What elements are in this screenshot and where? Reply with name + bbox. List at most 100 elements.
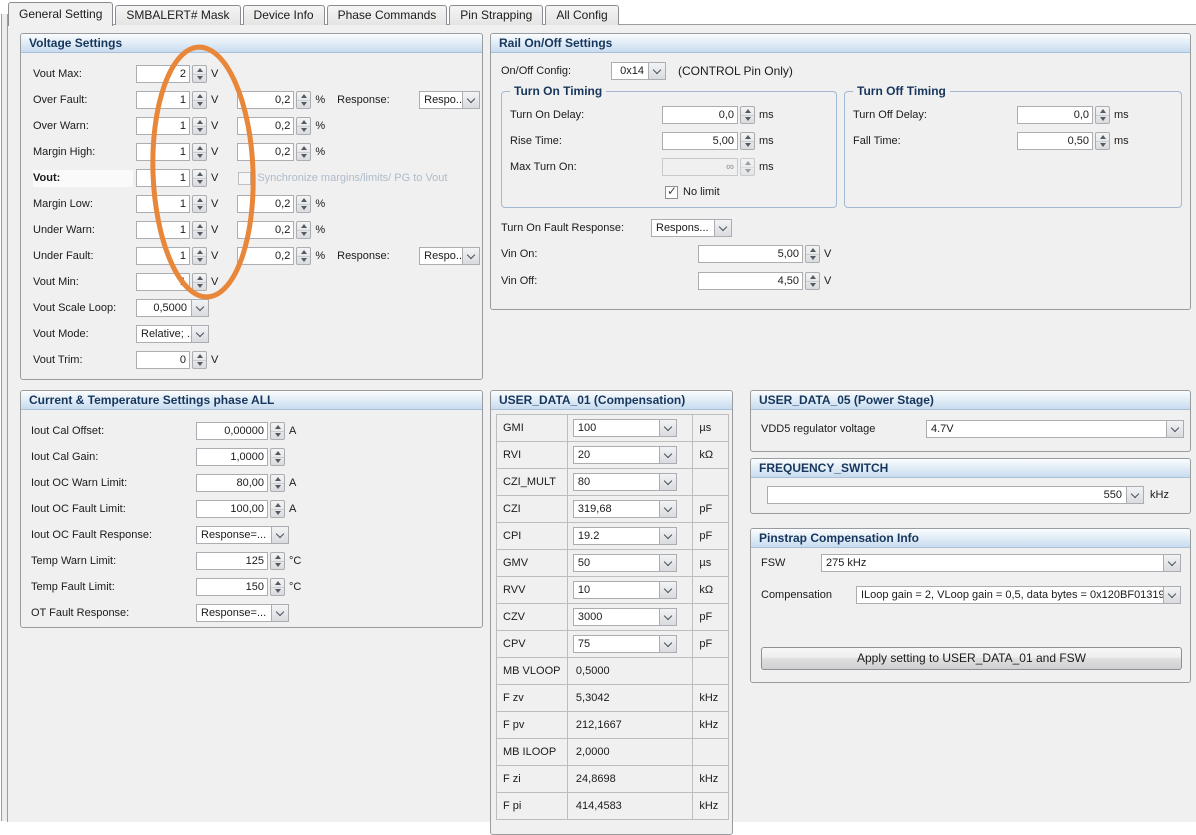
dropdown-button[interactable] xyxy=(191,326,208,342)
spinner[interactable] xyxy=(270,474,285,492)
margin-high-voltage-input[interactable]: 1 xyxy=(136,143,207,161)
vdd5-voltage-dropdown[interactable]: 4.7V xyxy=(926,420,1184,438)
spinner[interactable] xyxy=(1095,106,1110,124)
vout-max-input[interactable]: 2 xyxy=(136,65,207,83)
vout-scale-loop-dropdown[interactable]: 0,5000 xyxy=(136,299,209,317)
spinner[interactable] xyxy=(296,91,312,109)
no-limit-checkbox[interactable] xyxy=(665,184,678,199)
under-warn-percent-input[interactable]: 0,2 xyxy=(237,221,312,239)
iout-cal-gain-input[interactable]: 1,0000 xyxy=(196,448,285,466)
iout-oc-warn-input[interactable]: 80,00 xyxy=(196,474,285,492)
compensation-dropdown[interactable]: ILoop gain = 2, VLoop gain = 0,5, data b… xyxy=(856,586,1181,604)
dropdown-button[interactable] xyxy=(658,501,676,517)
spinner[interactable] xyxy=(740,106,755,124)
spinner[interactable] xyxy=(192,195,207,213)
tab-all-config[interactable]: All Config xyxy=(545,5,619,25)
dropdown-button[interactable] xyxy=(714,220,731,236)
spinner[interactable] xyxy=(1095,132,1110,150)
over-fault-percent-input[interactable]: 0,2 xyxy=(237,91,312,109)
margin-high-percent-input[interactable]: 0,2 xyxy=(237,143,312,161)
tab-general-setting[interactable]: General Setting xyxy=(8,2,114,26)
cpi-dropdown[interactable]: 19.2 xyxy=(572,527,677,545)
tab-smbalert-mask[interactable]: SMBALERT# Mask xyxy=(115,5,241,25)
turn-on-fault-response-dropdown[interactable]: Respons... xyxy=(651,219,732,237)
spinner[interactable] xyxy=(270,500,285,518)
dropdown-button[interactable] xyxy=(658,474,676,490)
onoff-config-dropdown[interactable]: 0x14 xyxy=(611,62,666,80)
tab-device-info[interactable]: Device Info xyxy=(242,5,325,25)
spinner[interactable] xyxy=(296,143,312,161)
spinner[interactable] xyxy=(192,65,207,83)
fsw-dropdown[interactable]: 275 kHz xyxy=(821,554,1181,572)
under-fault-percent-input[interactable]: 0,2 xyxy=(237,247,312,265)
dropdown-button[interactable] xyxy=(658,555,676,571)
spinner[interactable] xyxy=(192,117,207,135)
czv-dropdown[interactable]: 3000 xyxy=(572,608,677,626)
dropdown-button[interactable] xyxy=(462,92,480,108)
dropdown-button[interactable] xyxy=(1166,421,1183,437)
dropdown-button[interactable] xyxy=(1126,487,1143,503)
spinner[interactable] xyxy=(192,143,207,161)
dropdown-button[interactable] xyxy=(658,528,676,544)
gmi-dropdown[interactable]: 100 xyxy=(572,419,677,437)
spinner[interactable] xyxy=(192,351,207,369)
tab-phase-commands[interactable]: Phase Commands xyxy=(326,5,448,25)
spinner[interactable] xyxy=(192,247,207,265)
temp-warn-input[interactable]: 125 xyxy=(196,552,285,570)
czi-dropdown[interactable]: 319,68 xyxy=(572,500,677,518)
spinner[interactable] xyxy=(296,117,312,135)
iout-cal-offset-input[interactable]: 0,00000 xyxy=(196,422,285,440)
max-turn-on-input[interactable]: ∞ xyxy=(662,158,755,176)
spinner[interactable] xyxy=(270,448,285,466)
frequency-dropdown[interactable]: 550 xyxy=(767,486,1144,504)
dropdown-button[interactable] xyxy=(462,248,480,264)
spinner[interactable] xyxy=(805,272,820,290)
spinner[interactable] xyxy=(270,422,285,440)
dropdown-button[interactable] xyxy=(648,63,665,79)
sync-margins-checkbox[interactable] xyxy=(238,171,252,185)
spinner[interactable] xyxy=(740,132,755,150)
over-fault-response-dropdown[interactable]: Respo... xyxy=(419,91,481,109)
spinner[interactable] xyxy=(192,273,207,291)
ot-fault-response-dropdown[interactable]: Response=... xyxy=(196,604,289,622)
turn-on-delay-input[interactable]: 0,0 xyxy=(662,106,755,124)
vin-off-input[interactable]: 4,50 xyxy=(698,272,820,290)
spinner[interactable] xyxy=(805,245,820,263)
spinner[interactable] xyxy=(270,552,285,570)
vout-trim-input[interactable]: 0 xyxy=(136,351,207,369)
spinner[interactable] xyxy=(192,221,207,239)
rvi-dropdown[interactable]: 20 xyxy=(572,446,677,464)
rise-time-input[interactable]: 5,00 xyxy=(662,132,755,150)
under-fault-response-dropdown[interactable]: Respo... xyxy=(419,247,481,265)
czi-mult-dropdown[interactable]: 80 xyxy=(572,473,677,491)
iout-oc-fault-response-dropdown[interactable]: Response=... xyxy=(196,526,289,544)
over-warn-voltage-input[interactable]: 1 xyxy=(136,117,207,135)
iout-oc-fault-input[interactable]: 100,00 xyxy=(196,500,285,518)
over-fault-voltage-input[interactable]: 1 xyxy=(136,91,207,109)
spinner[interactable] xyxy=(192,91,207,109)
spinner[interactable] xyxy=(296,247,312,265)
turn-off-delay-input[interactable]: 0,0 xyxy=(1017,106,1110,124)
over-warn-percent-input[interactable]: 0,2 xyxy=(237,117,312,135)
dropdown-button[interactable] xyxy=(658,636,676,652)
temp-fault-input[interactable]: 150 xyxy=(196,578,285,596)
under-warn-voltage-input[interactable]: 1 xyxy=(136,221,207,239)
spinner[interactable] xyxy=(270,578,285,596)
dropdown-button[interactable] xyxy=(658,447,676,463)
vin-on-input[interactable]: 5,00 xyxy=(698,245,820,263)
fall-time-input[interactable]: 0,50 xyxy=(1017,132,1110,150)
tab-pin-strapping[interactable]: Pin Strapping xyxy=(449,5,544,25)
vout-input[interactable]: 1 xyxy=(136,169,207,187)
vout-mode-dropdown[interactable]: Relative; ... xyxy=(136,325,209,343)
margin-low-voltage-input[interactable]: 1 xyxy=(136,195,207,213)
spinner[interactable] xyxy=(740,158,755,176)
dropdown-button[interactable] xyxy=(191,300,208,316)
apply-button[interactable]: Apply setting to USER_DATA_01 and FSW xyxy=(761,647,1182,670)
spinner[interactable] xyxy=(192,169,207,187)
dropdown-button[interactable] xyxy=(271,527,288,543)
dropdown-button[interactable] xyxy=(658,609,676,625)
dropdown-button[interactable] xyxy=(1163,555,1180,571)
dropdown-button[interactable] xyxy=(658,420,676,436)
spinner[interactable] xyxy=(296,195,312,213)
gmv-dropdown[interactable]: 50 xyxy=(572,554,677,572)
